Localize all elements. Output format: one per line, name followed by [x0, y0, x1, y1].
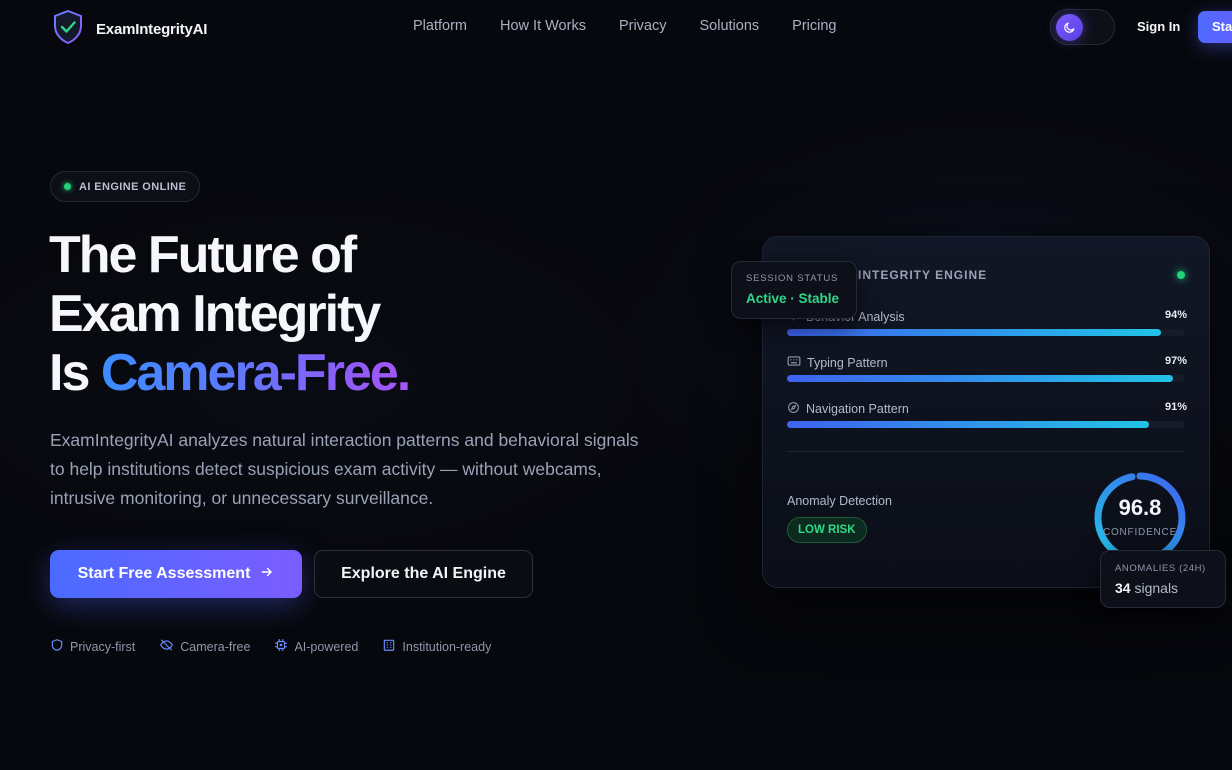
nav-start-button[interactable]: Start Free Assessment	[1198, 11, 1232, 43]
brand[interactable]: ExamIntegrityAI	[52, 9, 207, 50]
live-dot-icon	[1177, 271, 1185, 279]
metric-label-text: Typing Pattern	[807, 355, 888, 370]
confidence-value: 96.8	[1118, 495, 1162, 520]
risk-badge: LOW RISK	[787, 517, 867, 543]
sign-in-link[interactable]: Sign In	[1137, 19, 1180, 34]
explore-engine-button[interactable]: Explore the AI Engine	[314, 550, 533, 598]
compass-icon	[787, 401, 800, 417]
theme-toggle[interactable]	[1050, 9, 1115, 45]
top-nav: ExamIntegrityAI Platform How It Works Pr…	[0, 0, 1232, 54]
metric-value: 97%	[1164, 355, 1187, 367]
progress-track	[787, 421, 1185, 428]
feature-label: Camera-free	[180, 639, 251, 654]
cpu-icon	[274, 638, 288, 655]
keyboard-icon	[787, 355, 801, 370]
feature-list: Privacy-first Camera-free AI-powered Ins…	[50, 638, 491, 655]
feature-privacy-first: Privacy-first	[50, 638, 135, 655]
badge-label: AI ENGINE ONLINE	[79, 180, 187, 193]
feature-label: Privacy-first	[70, 639, 136, 654]
card-title: INTEGRITY ENGINE	[858, 268, 988, 282]
metric-value: 94%	[1164, 309, 1187, 321]
shield-check-icon	[52, 9, 84, 50]
anomaly-detection-label: Anomaly Detection	[787, 494, 892, 508]
eye-off-icon	[159, 638, 174, 655]
anomalies-card: ANOMALIES (24H) 34 signals	[1100, 550, 1226, 608]
moon-icon	[1056, 14, 1083, 41]
shield-icon	[50, 638, 64, 655]
headline-accent: Camera-Free.	[100, 344, 411, 402]
progress-fill	[787, 375, 1174, 382]
anomalies-count: 34	[1115, 580, 1131, 596]
nav-links: Platform How It Works Privacy Solutions …	[413, 18, 836, 34]
anomalies-label: ANOMALIES (24H)	[1115, 563, 1206, 574]
nav-link-privacy[interactable]: Privacy	[619, 18, 667, 34]
feature-ai-powered: AI-powered	[274, 638, 358, 655]
feature-label: AI-powered	[294, 639, 359, 654]
feature-label: Institution-ready	[402, 639, 492, 654]
hero-subtext: ExamIntegrityAI analyzes natural interac…	[50, 430, 639, 508]
metric-navigation-pattern: Navigation Pattern 91%	[787, 401, 1187, 431]
nav-link-pricing[interactable]: Pricing	[792, 18, 836, 34]
confidence-label: CONFIDENCE	[1102, 527, 1178, 538]
nav-link-platform[interactable]: Platform	[413, 18, 467, 34]
headline-is: Is	[49, 344, 90, 402]
session-status-label: SESSION STATUS	[746, 273, 839, 284]
metric-label-text: Navigation Pattern	[806, 402, 909, 416]
headline-line-1: The Future of	[49, 226, 357, 284]
feature-camera-free: Camera-free	[159, 638, 250, 655]
status-badge: AI ENGINE ONLINE	[50, 171, 201, 202]
metric-label: Typing Pattern	[787, 355, 888, 370]
start-assessment-label: Start Free Assessment	[77, 565, 251, 582]
feature-institution-ready: Institution-ready	[382, 638, 491, 655]
progress-track	[787, 329, 1185, 336]
metric-typing-pattern: Typing Pattern 97%	[787, 355, 1187, 385]
explore-engine-label: Explore the AI Engine	[341, 565, 506, 582]
card-divider	[787, 451, 1185, 452]
metric-value: 91%	[1164, 401, 1187, 413]
metric-label: Navigation Pattern	[787, 401, 909, 417]
arrow-right-icon	[260, 565, 274, 584]
nav-link-solutions[interactable]: Solutions	[700, 18, 760, 34]
progress-track	[787, 375, 1185, 382]
brand-name: ExamIntegrityAI	[96, 21, 208, 38]
hero-headline: The Future of Exam Integrity Is Camera-F…	[49, 226, 411, 403]
online-dot-icon	[64, 183, 71, 190]
headline-line-2: Exam Integrity	[49, 285, 381, 343]
progress-fill	[787, 329, 1162, 336]
session-status-card: SESSION STATUS Active · Stable	[731, 261, 857, 319]
session-status-value: Active · Stable	[746, 291, 840, 306]
anomalies-unit: signals	[1134, 580, 1179, 596]
nav-link-how-it-works[interactable]: How It Works	[500, 18, 586, 34]
start-assessment-button[interactable]: Start Free Assessment	[50, 550, 302, 598]
building-icon	[382, 638, 396, 655]
progress-fill	[787, 421, 1150, 428]
anomalies-value: 34 signals	[1115, 580, 1178, 596]
